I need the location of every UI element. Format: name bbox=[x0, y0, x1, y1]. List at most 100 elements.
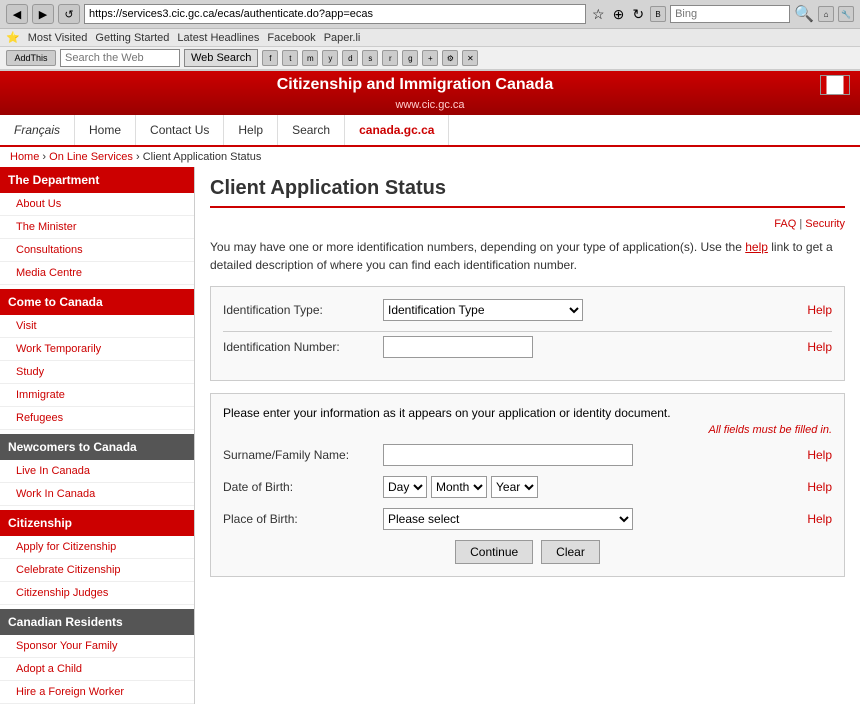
security-link[interactable]: Security bbox=[805, 218, 845, 230]
web-search-input[interactable] bbox=[60, 49, 180, 67]
dob-day-select[interactable]: Day bbox=[383, 476, 427, 498]
sidebar-item-refugees[interactable]: Refugees bbox=[0, 407, 194, 430]
nav-canada[interactable]: canada.gc.ca bbox=[345, 115, 449, 145]
surname-help-link[interactable]: Help bbox=[807, 448, 832, 462]
addon2[interactable]: t bbox=[282, 50, 298, 66]
id-type-control: Identification Type UCI/Client ID Applic… bbox=[383, 299, 797, 321]
top-links: FAQ | Security bbox=[210, 218, 845, 230]
page-title: Client Application Status bbox=[210, 177, 845, 208]
addon10[interactable]: ⚙ bbox=[442, 50, 458, 66]
addon6[interactable]: s bbox=[362, 50, 378, 66]
surname-help-wrap: Help bbox=[807, 448, 832, 462]
bookmark-getting-started[interactable]: Getting Started bbox=[95, 32, 169, 44]
addthis-icon[interactable]: AddThis bbox=[6, 50, 56, 66]
id-type-help-wrap: Help bbox=[807, 303, 832, 317]
sidebar-item-work-temporarily[interactable]: Work Temporarily bbox=[0, 338, 194, 361]
description: You may have one or more identification … bbox=[210, 238, 845, 274]
nav-home[interactable]: Home bbox=[75, 115, 136, 145]
sidebar-item-the-minister[interactable]: The Minister bbox=[0, 216, 194, 239]
home-addon: ⌂ bbox=[818, 6, 834, 22]
addon4[interactable]: y bbox=[322, 50, 338, 66]
addon8[interactable]: g bbox=[402, 50, 418, 66]
web-search-bar: Web Search bbox=[60, 49, 258, 67]
site-title: Citizenship and Immigration Canada bbox=[10, 76, 820, 94]
help-link[interactable]: help bbox=[745, 240, 768, 254]
pob-help-link[interactable]: Help bbox=[807, 512, 832, 526]
address-bar[interactable] bbox=[84, 4, 586, 24]
sidebar-item-adopt-child[interactable]: Adopt a Child bbox=[0, 658, 194, 681]
sidebar-item-citizenship-judges[interactable]: Citizenship Judges bbox=[0, 582, 194, 605]
sidebar-item-study[interactable]: Study bbox=[0, 361, 194, 384]
sidebar-item-sponsor-family[interactable]: Sponsor Your Family bbox=[0, 635, 194, 658]
sidebar-header-citizenship: Citizenship bbox=[0, 510, 194, 536]
bookmarks-label: ⭐ bbox=[6, 31, 20, 44]
identification-form: Identification Type: Identification Type… bbox=[210, 286, 845, 381]
dob-help-wrap: Help bbox=[807, 480, 832, 494]
tools-addon: 🔧 bbox=[838, 6, 854, 22]
bookmark-latest-headlines[interactable]: Latest Headlines bbox=[177, 32, 259, 44]
addon7[interactable]: r bbox=[382, 50, 398, 66]
bing-search-input[interactable] bbox=[670, 5, 790, 23]
clear-button[interactable]: Clear bbox=[541, 540, 600, 564]
dob-year-select[interactable]: Year bbox=[491, 476, 538, 498]
web-search-button[interactable]: Web Search bbox=[184, 49, 258, 67]
dob-help-link[interactable]: Help bbox=[807, 480, 832, 494]
id-number-label: Identification Number: bbox=[223, 340, 383, 354]
nav-help[interactable]: Help bbox=[224, 115, 278, 145]
surname-label: Surname/Family Name: bbox=[223, 448, 383, 462]
bookmark-paperli[interactable]: Paper.li bbox=[324, 32, 361, 44]
bookmark-facebook[interactable]: Facebook bbox=[267, 32, 315, 44]
reload-button[interactable]: ↺ bbox=[58, 4, 80, 24]
sidebar-item-apply-citizenship[interactable]: Apply for Citizenship bbox=[0, 536, 194, 559]
sidebar-item-hire-foreign-worker[interactable]: Hire a Foreign Worker bbox=[0, 681, 194, 704]
site-url: www.cic.gc.ca bbox=[0, 99, 860, 115]
nav-contact-us[interactable]: Contact Us bbox=[136, 115, 224, 145]
back-button[interactable]: ◀ bbox=[6, 4, 28, 24]
pob-select[interactable]: Please select bbox=[383, 508, 633, 530]
surname-input[interactable] bbox=[383, 444, 633, 466]
addon-close[interactable]: ✕ bbox=[462, 50, 478, 66]
sidebar-item-celebrate-citizenship[interactable]: Celebrate Citizenship bbox=[0, 559, 194, 582]
browser-chrome: ◀ ▶ ↺ ☆ ⊕ ↻ B 🔍 ⌂ 🔧 ⭐ Most Visited Getti… bbox=[0, 0, 860, 71]
id-number-input[interactable] bbox=[383, 336, 533, 358]
id-type-help-link[interactable]: Help bbox=[807, 303, 832, 317]
personal-info-form: Please enter your information as it appe… bbox=[210, 393, 845, 577]
dob-controls: Day Month Year bbox=[383, 476, 797, 498]
breadcrumb-online-services[interactable]: On Line Services bbox=[49, 151, 133, 163]
continue-button[interactable]: Continue bbox=[455, 540, 533, 564]
id-number-help-wrap: Help bbox=[807, 340, 832, 354]
addon1[interactable]: f bbox=[262, 50, 278, 66]
addon5[interactable]: d bbox=[342, 50, 358, 66]
id-type-select[interactable]: Identification Type UCI/Client ID Applic… bbox=[383, 299, 583, 321]
main-nav: Français Home Contact Us Help Search can… bbox=[0, 115, 860, 147]
breadcrumb-home[interactable]: Home bbox=[10, 151, 39, 163]
sidebar-header-department: The Department bbox=[0, 167, 194, 193]
nav-search[interactable]: Search bbox=[278, 115, 345, 145]
sidebar-item-live-in-canada[interactable]: Live In Canada bbox=[0, 460, 194, 483]
faq-link[interactable]: FAQ bbox=[774, 218, 796, 230]
sidebar-header-newcomers: Newcomers to Canada bbox=[0, 434, 194, 460]
addon9[interactable]: + bbox=[422, 50, 438, 66]
id-number-row: Identification Number: Help bbox=[223, 336, 832, 358]
id-number-help-link[interactable]: Help bbox=[807, 340, 832, 354]
nav-francais[interactable]: Français bbox=[0, 115, 75, 145]
bing-addon: B bbox=[650, 6, 666, 22]
dob-row: Date of Birth: Day Month Year Help bbox=[223, 476, 832, 498]
body-layout: The Department About Us The Minister Con… bbox=[0, 167, 860, 704]
id-type-label: Identification Type: bbox=[223, 303, 383, 317]
sidebar-item-consultations[interactable]: Consultations bbox=[0, 239, 194, 262]
dob-month-select[interactable]: Month bbox=[431, 476, 487, 498]
all-fields-note: All fields must be filled in. bbox=[223, 424, 832, 436]
sidebar-item-media-centre[interactable]: Media Centre bbox=[0, 262, 194, 285]
sidebar-item-work-in-canada[interactable]: Work In Canada bbox=[0, 483, 194, 506]
surname-row: Surname/Family Name: Help bbox=[223, 444, 832, 466]
sidebar-item-about-us[interactable]: About Us bbox=[0, 193, 194, 216]
star-icon: ☆ bbox=[592, 6, 605, 23]
pob-help-wrap: Help bbox=[807, 512, 832, 526]
pob-row: Place of Birth: Please select Help bbox=[223, 508, 832, 530]
forward-button[interactable]: ▶ bbox=[32, 4, 54, 24]
bookmark-most-visited[interactable]: Most Visited bbox=[28, 32, 88, 44]
addon3[interactable]: m bbox=[302, 50, 318, 66]
sidebar-item-immigrate[interactable]: Immigrate bbox=[0, 384, 194, 407]
sidebar-item-visit[interactable]: Visit bbox=[0, 315, 194, 338]
